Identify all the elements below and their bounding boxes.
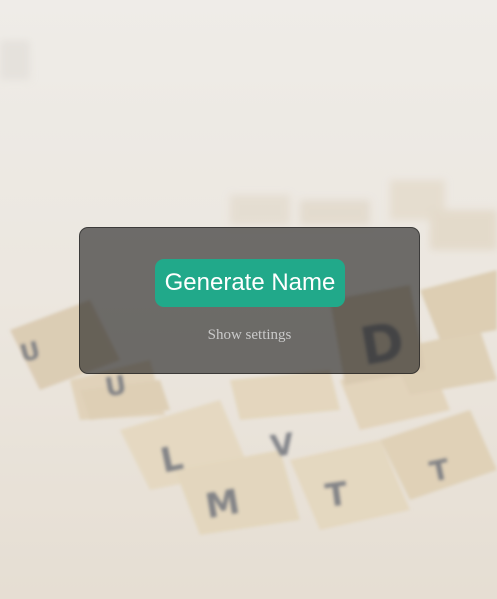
name-generator-panel: Generate Name Show settings	[79, 227, 420, 374]
show-settings-link[interactable]: Show settings	[80, 327, 419, 344]
generate-name-button[interactable]: Generate Name	[155, 259, 345, 307]
